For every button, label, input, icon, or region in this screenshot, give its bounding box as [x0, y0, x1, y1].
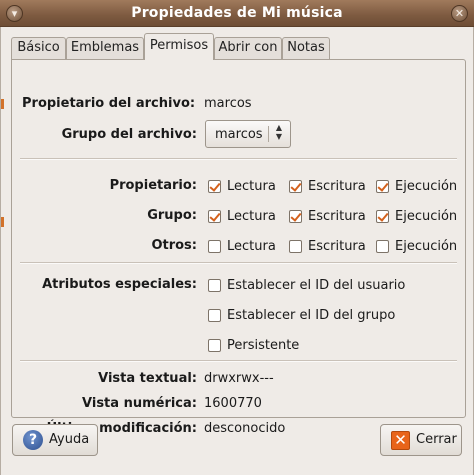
checkbox-checked-icon [289, 180, 302, 193]
close-button-label: Cerrar [416, 432, 457, 447]
help-button[interactable]: ? Ayuda [12, 424, 98, 456]
close-icon: ✕ [391, 431, 410, 450]
setuid-label: Establecer el ID del usuario [227, 278, 406, 293]
separator [20, 262, 457, 264]
write-label: Escritura [308, 179, 366, 194]
dialog-body: Básico Emblemas Permisos Abrir con Notas… [0, 27, 474, 475]
checkbox-unchecked-icon [208, 309, 221, 322]
read-label: Lectura [227, 179, 276, 194]
checkbox-unchecked-icon [289, 240, 302, 253]
modified-value: desconocido [204, 421, 286, 436]
write-label: Escritura [308, 209, 366, 224]
separator [20, 360, 457, 362]
group-perm-label: Grupo: [147, 208, 197, 223]
help-button-label: Ayuda [49, 432, 90, 447]
checkbox-unchecked-icon [208, 339, 221, 352]
sticky-label: Persistente [227, 338, 300, 353]
write-label: Escritura [308, 239, 366, 254]
help-icon: ? [23, 430, 43, 450]
checkbox-checked-icon [376, 180, 389, 193]
numeric-view-label: Vista numérica: [82, 396, 197, 411]
read-label: Lectura [227, 239, 276, 254]
read-label: Lectura [227, 209, 276, 224]
setgid-label: Establecer el ID del grupo [227, 308, 396, 323]
checkbox-checked-icon [376, 210, 389, 223]
tab-notas[interactable]: Notas [282, 37, 330, 59]
owner-perm-label: Propietario: [109, 178, 197, 193]
combo-divider [268, 126, 269, 142]
exec-label: Ejecución [395, 209, 458, 224]
text-view-label: Vista textual: [98, 371, 197, 386]
background-window-edge [1, 217, 4, 227]
checkbox-checked-icon [208, 180, 221, 193]
checkbox-checked-icon [208, 210, 221, 223]
close-button[interactable]: ✕ Cerrar [380, 424, 462, 456]
tab-emblemas[interactable]: Emblemas [66, 37, 144, 59]
group-select-value: marcos [215, 127, 263, 142]
text-view-value: drwxrwx--- [204, 371, 274, 386]
window-close-icon[interactable]: ✕ [451, 5, 468, 22]
exec-label: Ejecución [395, 239, 458, 254]
checkbox-unchecked-icon [208, 240, 221, 253]
checkbox-checked-icon [289, 210, 302, 223]
window-title: Propiedades de Mi música [131, 5, 343, 21]
special-attrs-label: Atributos especiales: [42, 277, 197, 292]
owner-value: marcos [204, 96, 252, 111]
owner-label: Propietario del archivo: [22, 96, 196, 111]
tab-abrir-con[interactable]: Abrir con [214, 37, 282, 59]
group-select[interactable]: marcos ▲ ▼ [205, 120, 291, 148]
exec-label: Ejecución [395, 179, 458, 194]
checkbox-unchecked-icon [208, 279, 221, 292]
others-perm-label: Otros: [151, 238, 197, 253]
tab-permisos[interactable]: Permisos [144, 33, 214, 60]
permissions-panel: Propietario del archivo: marcos Grupo de… [11, 59, 466, 436]
tab-basico[interactable]: Básico [11, 37, 66, 59]
title-bar[interactable]: ▾ Propiedades de Mi música ✕ [0, 0, 474, 27]
checkbox-unchecked-icon [376, 240, 389, 253]
numeric-view-value: 1600770 [204, 396, 262, 411]
background-window-edge [1, 99, 4, 109]
spin-arrows-icon: ▲ ▼ [275, 123, 283, 141]
group-label: Grupo del archivo: [61, 127, 197, 142]
separator [20, 158, 457, 160]
